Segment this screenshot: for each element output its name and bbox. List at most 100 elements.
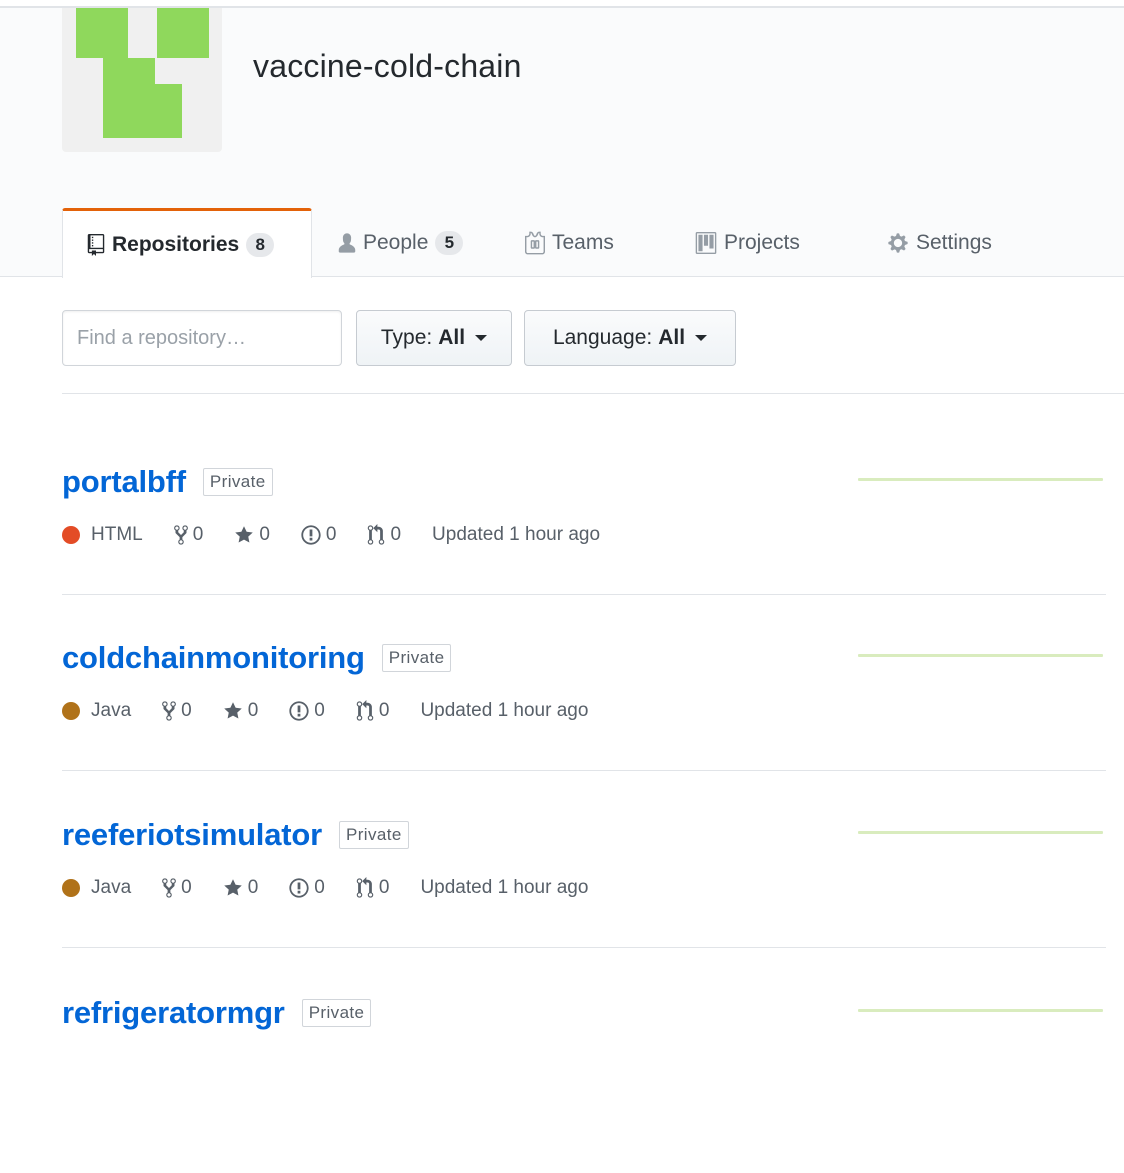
dropdown-caret-icon [475,335,488,341]
visibility-label: Private [202,468,273,496]
issue-icon [289,877,309,899]
language-color-dot [62,879,80,897]
repo-title-row: reeferiotsimulator Private [62,817,409,853]
tab-label: People [363,230,429,254]
avatar-block [103,58,155,86]
avatar-block [76,8,128,58]
updated-time: Updated 1 hour ago [420,700,588,722]
pull-request-icon [367,524,385,546]
issues-link[interactable]: 0 [301,524,337,546]
fork-icon [162,877,177,899]
project-icon [695,231,717,254]
repo-name-link[interactable]: portalbff [62,464,186,500]
issues-count: 0 [314,877,325,898]
repo-list-item: portalbff Private HTML 0 0 0 0 Updated 1… [62,464,1106,642]
forks-link[interactable]: 0 [173,524,204,546]
tab-teams[interactable]: Teams [525,208,614,277]
tab-label: Settings [916,230,992,254]
star-icon [234,525,254,545]
forks-link[interactable]: 0 [162,877,192,899]
forks-count: 0 [181,877,192,898]
fork-icon [173,524,188,546]
issues-link[interactable]: 0 [289,700,325,722]
language-filter-value: All [658,326,686,349]
language-color-dot [62,526,80,544]
activity-sparkline [858,654,1103,657]
repo-title-row: portalbff Private [62,464,273,500]
repo-title-row: refrigeratormgr Private [62,995,372,1031]
tab-label: Teams [552,230,614,254]
tab-label: Repositories [112,232,240,256]
pull-requests-link[interactable]: 0 [356,700,389,722]
repo-meta: Java 0 0 0 0 Updated 1 hour ago [62,877,619,899]
org-header: vaccine-cold-chain Repositories 8 People… [0,8,1124,278]
fork-icon [162,700,177,722]
visibility-label: Private [338,821,409,849]
pull-request-icon [356,877,374,899]
tab-settings[interactable]: Settings [887,208,992,277]
pull-requests-link[interactable]: 0 [367,524,401,546]
pull-requests-count: 0 [390,524,402,545]
divider [62,393,1124,394]
repo-meta: HTML 0 0 0 0 Updated 1 hour ago [62,524,631,546]
tab-repositories[interactable]: Repositories 8 [62,208,312,278]
tab-projects[interactable]: Projects [695,208,800,277]
activity-sparkline [858,1009,1103,1012]
language-filter-label: Language: [552,326,653,349]
language-name: HTML [91,524,143,545]
issues-link[interactable]: 0 [289,877,325,899]
stars-link[interactable]: 0 [223,877,259,899]
forks-count: 0 [181,700,192,721]
tab-people[interactable]: People 5 [338,208,464,277]
repo-name-link[interactable]: coldchainmonitoring [62,640,365,676]
updated-text: Updated 1 hour ago [420,700,589,721]
issue-icon [301,524,321,546]
find-repository-input[interactable] [62,310,342,366]
updated-time: Updated 1 hour ago [420,877,588,899]
repo-icon [87,233,105,256]
updated-text: Updated 1 hour ago [420,877,589,898]
avatar-block [157,8,209,58]
repo-meta: Java 0 0 0 0 Updated 1 hour ago [62,700,619,722]
repo-language: HTML [62,524,143,546]
stars-count: 0 [259,524,270,545]
avatar-block [103,84,182,138]
forks-link[interactable]: 0 [162,700,192,722]
type-filter-value: All [438,326,466,349]
repo-title-row: coldchainmonitoring Private [62,640,452,676]
gear-icon [887,232,909,254]
activity-sparkline [858,478,1103,481]
pull-requests-link[interactable]: 0 [356,877,390,899]
repo-language: Java [62,700,131,722]
repo-list-item: reeferiotsimulator Private Java 0 0 0 0 … [62,817,1106,995]
star-icon [223,878,243,898]
issue-icon [289,700,309,722]
org-avatar[interactable] [62,8,222,152]
repo-list-item: coldchainmonitoring Private Java 0 0 0 0… [62,640,1106,818]
stars-count: 0 [247,877,259,898]
language-filter-button[interactable]: Language: All [524,310,736,366]
stars-link[interactable]: 0 [223,700,258,722]
language-name: Java [91,877,132,898]
pull-requests-count: 0 [378,877,390,898]
updated-text: Updated 1 hour ago [432,524,601,545]
pull-request-icon [356,700,374,722]
type-filter-label: Type: [380,326,433,349]
updated-time: Updated 1 hour ago [432,524,600,546]
people-count-badge: 5 [435,230,464,255]
repo-name-link[interactable]: reeferiotsimulator [62,817,322,853]
person-icon [338,232,356,254]
dropdown-caret-icon [695,335,708,341]
issues-count: 0 [325,524,337,545]
forks-count: 0 [192,524,204,545]
language-color-dot [62,702,80,720]
stars-link[interactable]: 0 [234,524,270,546]
issues-count: 0 [314,700,325,721]
type-filter-button[interactable]: Type: All [356,310,512,366]
repo-name-link[interactable]: refrigeratormgr [62,995,285,1031]
divider [62,594,1106,595]
divider [62,770,1106,771]
activity-sparkline [858,831,1103,834]
repo-list-item: refrigeratormgr Private [62,995,1106,1173]
repo-language: Java [62,877,131,899]
